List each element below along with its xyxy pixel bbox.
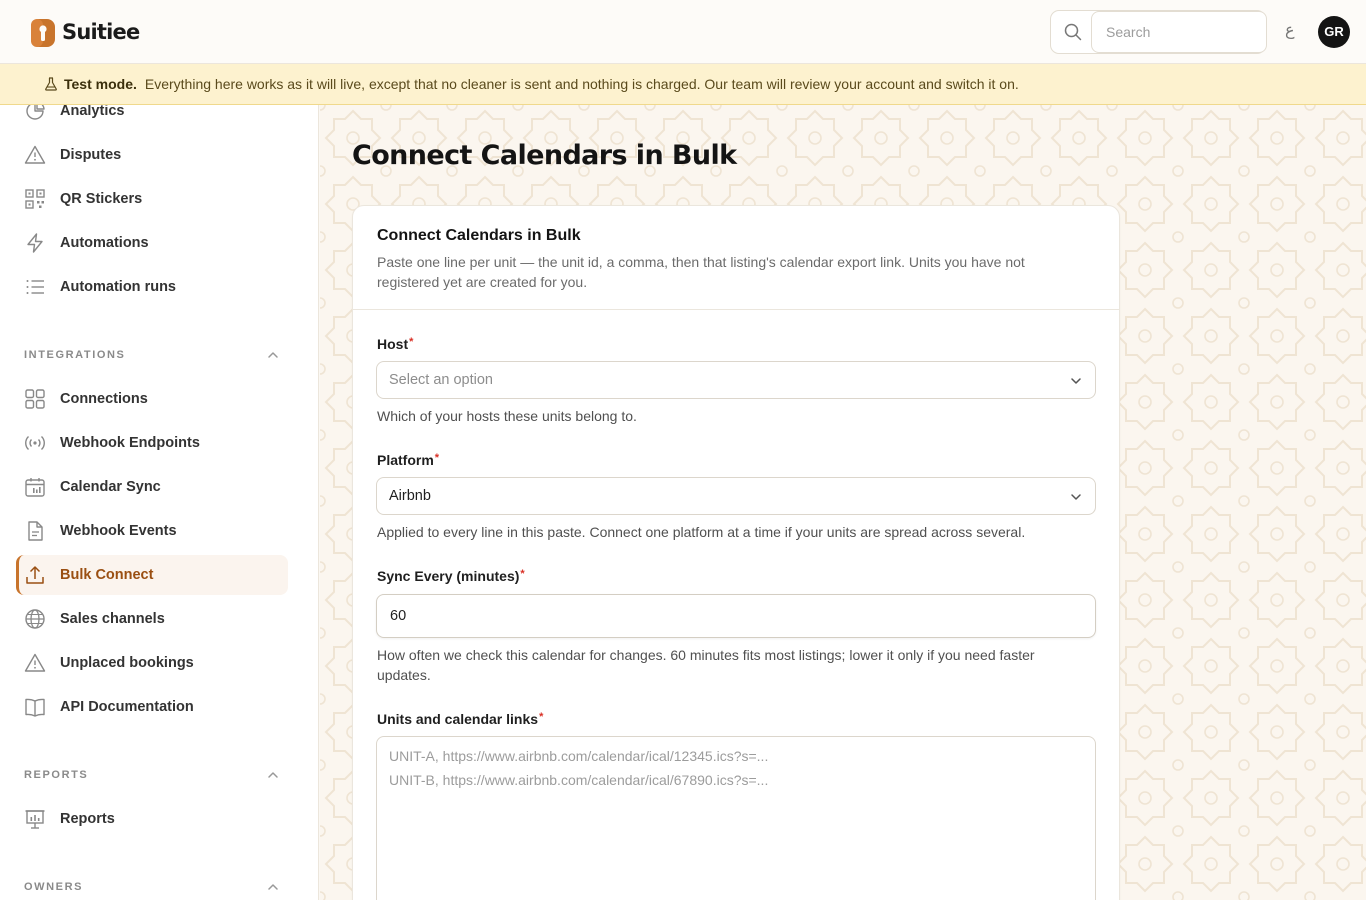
list-icon bbox=[26, 280, 44, 294]
sidebar-item-label: Sales channels bbox=[60, 611, 165, 627]
search-input[interactable] bbox=[1091, 11, 1267, 53]
host-label: Host* bbox=[377, 336, 413, 352]
warning-icon bbox=[24, 653, 46, 672]
section-title: INTEGRATIONS bbox=[24, 349, 126, 361]
card-header: Connect Calendars in Bulk Paste one line… bbox=[353, 206, 1119, 310]
qr-code-icon bbox=[25, 189, 45, 209]
platform-select-value: Airbnb bbox=[389, 488, 431, 504]
section-title: REPORTS bbox=[24, 769, 89, 781]
platform-help-text: Applied to every line in this paste. Con… bbox=[377, 524, 1026, 540]
sidebar-item-webhook-endpoints[interactable]: Webhook Endpoints bbox=[16, 423, 288, 463]
sidebar-item-automation-runs[interactable]: Automation runs bbox=[16, 267, 288, 307]
section-owners-header[interactable]: OWNERS bbox=[24, 877, 280, 897]
banner-label: Test mode. bbox=[64, 76, 137, 92]
platform-label-text: Platform bbox=[377, 452, 434, 468]
sidebar-item-label: Disputes bbox=[60, 147, 122, 163]
host-select-placeholder: Select an option bbox=[389, 372, 493, 388]
main-content: Connect Calendars in Bulk Connect Calend… bbox=[320, 105, 1366, 900]
section-title: OWNERS bbox=[24, 881, 84, 893]
flask-icon bbox=[45, 77, 57, 91]
sidebar-item-connections[interactable]: Connections bbox=[16, 379, 288, 419]
units-links-label: Units and calendar links* bbox=[377, 711, 543, 727]
banner-text: Everything here works as it will live, e… bbox=[144, 76, 1019, 92]
lightning-icon bbox=[27, 233, 43, 253]
analytics-icon bbox=[26, 105, 45, 120]
chevron-down-icon bbox=[1071, 378, 1081, 384]
test-mode-banner: Test mode. Everything here works as it w… bbox=[0, 64, 1366, 105]
sync-interval-label-text: Sync Every (minutes) bbox=[377, 568, 520, 584]
sync-interval-help-text: How often we check this calendar for cha… bbox=[377, 647, 1035, 683]
sidebar-item-label: Webhook Events bbox=[60, 523, 177, 539]
units-links-textarea[interactable] bbox=[376, 736, 1096, 900]
platform-select[interactable]: Airbnb bbox=[376, 477, 1096, 515]
keyhole-logo-icon bbox=[31, 19, 55, 47]
host-label-text: Host bbox=[377, 336, 409, 352]
bulk-connect-form-card: Connect Calendars in Bulk Paste one line… bbox=[352, 205, 1120, 900]
platform-label: Platform* bbox=[377, 452, 439, 468]
sidebar-item-label: Bulk Connect bbox=[60, 567, 154, 583]
host-help-text: Which of your hosts these units belong t… bbox=[377, 408, 637, 424]
sidebar-item-label: QR Stickers bbox=[60, 191, 143, 207]
units-links-label-text: Units and calendar links bbox=[377, 711, 539, 727]
card-description: Paste one line per unit — the unit id, a… bbox=[377, 254, 1025, 290]
sync-interval-input[interactable] bbox=[376, 594, 1096, 638]
broadcast-icon bbox=[25, 435, 45, 451]
book-icon bbox=[25, 698, 45, 717]
upload-icon bbox=[26, 566, 44, 584]
search-box bbox=[1050, 10, 1267, 54]
section-integrations-header[interactable]: INTEGRATIONS bbox=[24, 345, 280, 365]
sidebar-item-label: API Documentation bbox=[60, 699, 194, 715]
sidebar-item-label: Automation runs bbox=[60, 279, 176, 295]
search-icon[interactable] bbox=[1063, 22, 1083, 42]
sidebar-item-sales-channels[interactable]: Sales channels bbox=[16, 599, 288, 639]
sidebar: Analytics Disputes QR Stickers Automatio… bbox=[0, 105, 319, 900]
required-marker: * bbox=[539, 711, 544, 723]
sidebar-item-label: Analytics bbox=[60, 105, 125, 119]
sidebar-item-label: Calendar Sync bbox=[60, 479, 161, 495]
presentation-chart-icon bbox=[25, 810, 45, 829]
language-switch[interactable]: ع bbox=[1285, 20, 1295, 39]
required-marker: * bbox=[434, 452, 440, 464]
document-icon bbox=[28, 521, 43, 541]
sidebar-item-qr-stickers[interactable]: QR Stickers bbox=[16, 179, 288, 219]
sidebar-item-webhook-events[interactable]: Webhook Events bbox=[16, 511, 288, 551]
globe-icon bbox=[25, 609, 45, 629]
card-title: Connect Calendars in Bulk bbox=[377, 227, 581, 244]
warning-icon bbox=[24, 145, 46, 164]
sidebar-item-disputes[interactable]: Disputes bbox=[16, 135, 288, 175]
sidebar-item-label: Unplaced bookings bbox=[60, 655, 194, 671]
sidebar-item-unplaced-bookings[interactable]: Unplaced bookings bbox=[16, 643, 288, 683]
chevron-down-icon bbox=[1071, 494, 1081, 500]
sidebar-item-analytics[interactable]: Analytics bbox=[16, 105, 288, 131]
page-title: Connect Calendars in Bulk bbox=[352, 140, 737, 171]
sidebar-item-label: Reports bbox=[60, 811, 115, 827]
sidebar-item-reports[interactable]: Reports bbox=[16, 799, 288, 839]
chevron-up-icon bbox=[268, 352, 278, 358]
sidebar-item-label: Webhook Endpoints bbox=[60, 435, 200, 451]
section-reports-header[interactable]: REPORTS bbox=[24, 765, 280, 785]
host-select[interactable]: Select an option bbox=[376, 361, 1096, 399]
sidebar-item-calendar-sync[interactable]: Calendar Sync bbox=[16, 467, 288, 507]
user-avatar[interactable]: GR bbox=[1318, 16, 1350, 48]
sidebar-item-label: Connections bbox=[60, 391, 148, 407]
required-marker: * bbox=[520, 568, 525, 580]
app-name: Suitiee bbox=[62, 20, 140, 44]
sidebar-item-bulk-connect[interactable]: Bulk Connect bbox=[16, 555, 288, 595]
sync-interval-label: Sync Every (minutes)* bbox=[377, 568, 525, 584]
calendar-icon bbox=[25, 478, 45, 497]
chevron-up-icon bbox=[268, 884, 278, 890]
sidebar-item-label: Automations bbox=[60, 235, 149, 251]
chevron-up-icon bbox=[268, 772, 278, 778]
sidebar-item-automations[interactable]: Automations bbox=[16, 223, 288, 263]
top-bar: Suitiee ع GR bbox=[0, 0, 1366, 64]
grid-icon bbox=[25, 389, 45, 409]
app-logo[interactable]: Suitiee bbox=[30, 16, 140, 48]
required-marker: * bbox=[409, 336, 414, 348]
sidebar-item-api-documentation[interactable]: API Documentation bbox=[16, 687, 288, 727]
